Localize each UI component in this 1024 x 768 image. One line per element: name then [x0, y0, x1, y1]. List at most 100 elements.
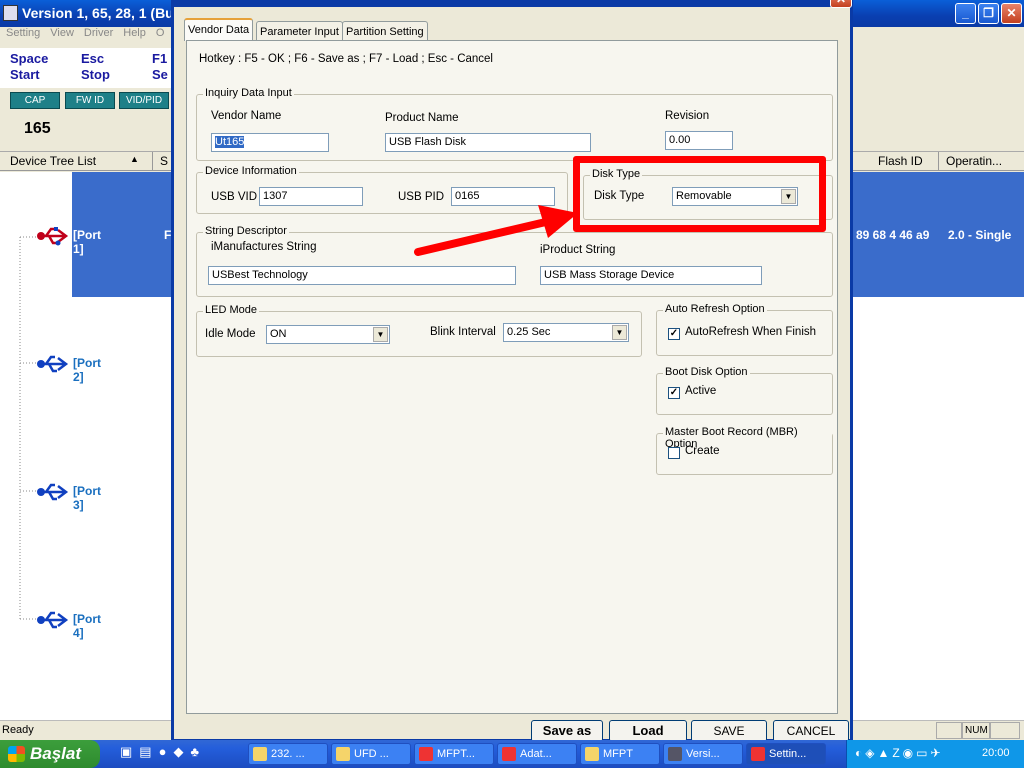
task-adat[interactable]: Adat...: [497, 743, 577, 765]
usb-icon: [37, 611, 69, 629]
annotation-highlight-box: [573, 156, 826, 232]
inquiry-group: Inquiry Data Input Vendor Name Ut165 Pro…: [196, 87, 833, 161]
led-mode-group: LED Mode Idle Mode ON ▼ Blink Interval 0.…: [196, 304, 642, 357]
task-icon: [253, 747, 267, 761]
manufacturer-string-input[interactable]: USBest Technology: [208, 266, 516, 285]
hotkey-start[interactable]: Space Start: [10, 51, 48, 83]
usb-icon: [37, 355, 69, 373]
close-button[interactable]: ✕: [1001, 3, 1022, 24]
menu-help[interactable]: Help: [123, 27, 146, 39]
auto-refresh-group: Auto Refresh Option ✓ AutoRefresh When F…: [656, 303, 833, 356]
task-232[interactable]: 232. ...: [248, 743, 328, 765]
blink-interval-label: Blink Interval: [430, 326, 496, 338]
port-1-row-details[interactable]: 89 68 4 46 a9 2.0 - Single: [852, 172, 1024, 297]
quick-launch: ▣ ▤ ● ◆ ♣: [120, 744, 240, 764]
idle-mode-select[interactable]: ON ▼: [266, 325, 390, 344]
usb-vid-input[interactable]: 1307: [259, 187, 363, 206]
port-1-label: [Port 1]: [73, 228, 101, 256]
revision-input[interactable]: 0.00: [665, 131, 733, 150]
column-operating[interactable]: Operatin...: [946, 154, 1002, 168]
save-button[interactable]: SAVE: [691, 720, 767, 742]
status-text: Ready: [2, 724, 34, 736]
port-3-label: [Port 3]: [73, 484, 101, 512]
string-descriptor-group-label: String Descriptor: [203, 225, 289, 237]
blink-interval-select[interactable]: 0.25 Sec ▼: [503, 323, 629, 342]
menu-view[interactable]: View: [50, 27, 74, 39]
hotkey-bar: Space Start Esc Stop F1 Se: [0, 48, 172, 88]
clock: 20:00: [982, 747, 1010, 759]
tab-partition-setting[interactable]: Partition Setting: [342, 21, 428, 41]
menu-driver[interactable]: Driver: [84, 27, 113, 39]
restore-button[interactable]: ❐: [978, 3, 999, 24]
task-settings[interactable]: Settin...: [746, 743, 826, 765]
save-as-button[interactable]: Save as: [531, 720, 603, 742]
usb-icon: [37, 483, 69, 501]
product-string-input[interactable]: USB Mass Storage Device: [540, 266, 762, 285]
port-1-item[interactable]: [Port 1] F: [36, 224, 171, 256]
port-4-item[interactable]: [Port 4]: [36, 608, 101, 640]
chevron-down-icon: ▼: [612, 325, 627, 340]
tab-vendor-data[interactable]: Vendor Data: [184, 18, 254, 41]
port-4-label: [Port 4]: [73, 612, 101, 640]
boot-disk-active-label: Active: [685, 385, 717, 397]
tree-header-label: Device Tree List: [10, 154, 97, 168]
port-3-item[interactable]: [Port 3]: [36, 480, 101, 512]
minimize-button[interactable]: _: [955, 3, 976, 24]
port-2-item[interactable]: [Port 2]: [36, 352, 101, 384]
tab-vid-pid[interactable]: VID/PID: [119, 92, 169, 109]
boot-disk-active-checkbox[interactable]: ✓: [668, 387, 680, 399]
product-name-label: Product Name: [385, 112, 459, 124]
dialog-close-button[interactable]: ✕: [830, 0, 852, 8]
task-mfpt-1[interactable]: MFPT...: [414, 743, 494, 765]
operating-value: 2.0 - Single: [948, 228, 1012, 242]
app-icon: [3, 5, 18, 21]
boot-disk-group-label: Boot Disk Option: [663, 366, 750, 378]
tab-cap[interactable]: CAP: [10, 92, 60, 109]
menu-other[interactable]: O: [156, 27, 165, 39]
chevron-down-icon: ▼: [373, 327, 388, 342]
vendor-name-input[interactable]: Ut165: [211, 133, 329, 152]
desktop-icon[interactable]: ▣: [120, 744, 132, 759]
mbr-group: Master Boot Record (MBR) Option Create: [656, 426, 833, 475]
main-tab-strip: CAP FW ID VID/PID: [0, 90, 172, 110]
firefox-icon[interactable]: ●: [159, 744, 167, 759]
task-ufd[interactable]: UFD ...: [331, 743, 411, 765]
folder-icon: [585, 747, 599, 761]
usb-icon: [37, 227, 69, 246]
task-mfpt-2[interactable]: MFPT: [580, 743, 660, 765]
manufacturer-string-label: iManufactures String: [211, 241, 317, 253]
port-2-label: [Port 2]: [73, 356, 101, 384]
column-flash-id[interactable]: Flash ID: [878, 154, 923, 168]
load-button[interactable]: Load: [609, 720, 687, 742]
hotkey-stop[interactable]: Esc Stop: [81, 51, 110, 83]
column-s-label: S: [160, 154, 169, 168]
tray-icons[interactable]: ◐◈▲Z◉▭✈: [855, 746, 944, 760]
vendor-name-label: Vendor Name: [211, 110, 282, 122]
idle-mode-label: Idle Mode: [205, 328, 256, 340]
tree-header[interactable]: Device Tree List ▲ S: [0, 151, 172, 171]
auto-refresh-checkbox[interactable]: ✓: [668, 328, 680, 340]
mbr-create-checkbox[interactable]: [668, 447, 680, 459]
tab-parameter-input[interactable]: Parameter Input: [256, 21, 343, 41]
messenger-icon[interactable]: ♣: [190, 744, 199, 759]
menu-bar: Setting View Driver Help O: [0, 27, 172, 43]
app-icon[interactable]: ◆: [173, 744, 183, 759]
menu-setting[interactable]: Setting: [6, 27, 40, 39]
auto-refresh-group-label: Auto Refresh Option: [663, 303, 767, 315]
start-button[interactable]: Başlat: [0, 740, 100, 768]
tab-fw-id[interactable]: FW ID: [65, 92, 115, 109]
windows-logo-icon: [8, 746, 25, 762]
annotation-arrow: [414, 205, 578, 256]
explorer-icon[interactable]: ▤: [139, 744, 151, 759]
cancel-button[interactable]: CANCEL: [773, 720, 849, 742]
task-version[interactable]: Versi...: [663, 743, 743, 765]
right-list-header: Flash ID Operatin...: [852, 151, 1024, 171]
flash-id-value: 89 68 4 46 a9: [856, 228, 930, 242]
revision-label: Revision: [665, 110, 710, 122]
sort-arrow-icon: ▲: [130, 154, 139, 164]
device-parameters-dialog: ✕ Vendor Data Parameter Input Partition …: [171, 0, 853, 742]
hotkey-setting[interactable]: F1 Se: [152, 51, 168, 83]
task-icon: [668, 747, 682, 761]
product-name-input[interactable]: USB Flash Disk: [385, 133, 591, 152]
device-info-group-label: Device Information: [203, 165, 299, 177]
